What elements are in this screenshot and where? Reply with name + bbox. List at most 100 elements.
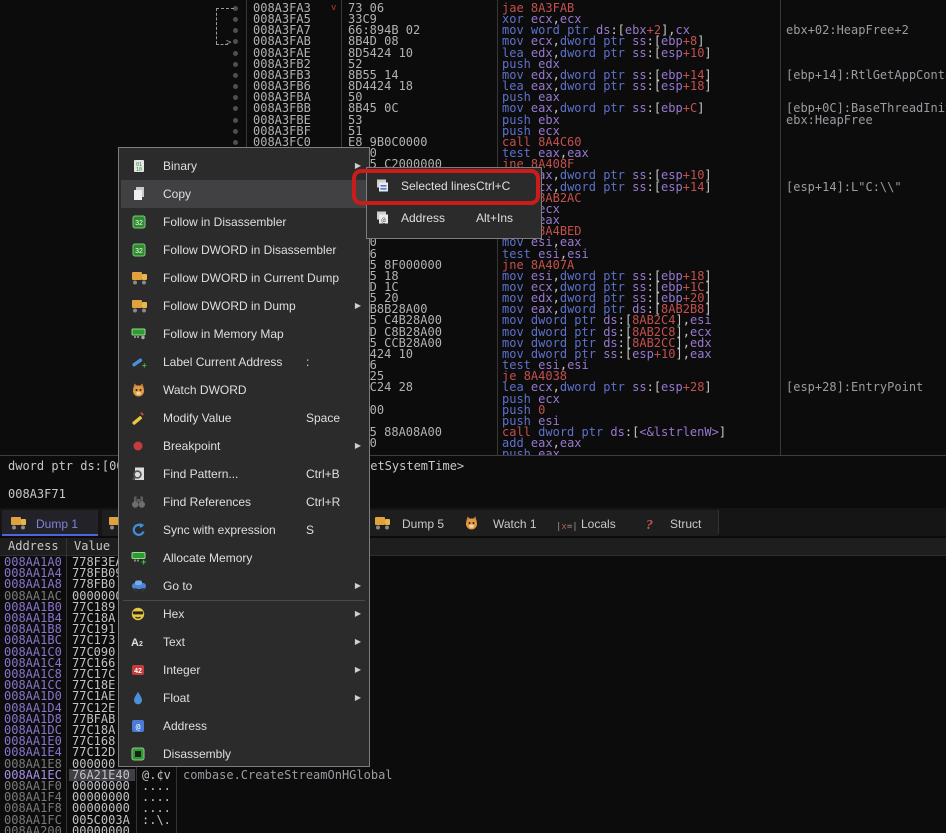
breakpoint-dot[interactable] xyxy=(233,118,238,123)
struct-icon: ? xyxy=(646,516,653,534)
menu-item-follow-dword-in-dump[interactable]: Follow DWORD in Dump▶ xyxy=(121,292,367,320)
breakpoint-dot[interactable] xyxy=(233,39,238,44)
menu-item-shortcut: : xyxy=(306,355,309,369)
tab-dump-1[interactable]: Dump 1 xyxy=(2,510,98,536)
menu-item-float[interactable]: Float▶ xyxy=(121,684,367,712)
tab-separator xyxy=(718,510,719,534)
submenu-arrow-icon: ▶ xyxy=(355,301,361,310)
menu-item-binary[interactable]: 0110Binary▶ xyxy=(121,152,367,180)
goto-icon xyxy=(131,579,149,593)
copy-icon xyxy=(131,187,149,201)
copy-address-icon: @ xyxy=(375,211,393,225)
breakpoint-dot[interactable] xyxy=(233,62,238,67)
menu-item-go-to[interactable]: Go to▶ xyxy=(121,572,367,600)
menu-item-shortcut: S xyxy=(306,523,314,537)
breakpoint-dot[interactable] xyxy=(233,28,238,33)
menu-item-label: Label Current Address xyxy=(163,355,282,369)
menu-item-follow-in-memory-map[interactable]: Follow in Memory Map xyxy=(121,320,367,348)
address-icon: @ xyxy=(131,719,149,733)
find-pattern-icon xyxy=(131,467,149,481)
menu-item-follow-dword-in-disassembler[interactable]: 32Follow DWORD in Disassembler xyxy=(121,236,367,264)
disasm-row[interactable]: 008A3FB38B55 14mov edx,dword ptr ss:[ebp… xyxy=(0,70,946,81)
watch-icon xyxy=(131,383,149,397)
disasm-comment: [esp+28]:EntryPoint xyxy=(786,382,923,393)
menu-item-label: Copy xyxy=(163,187,191,201)
menu-item-label: Follow in Disassembler xyxy=(163,215,286,229)
tab-watch-1[interactable]: Watch 1 xyxy=(456,510,550,536)
submenu-item-address[interactable]: @AddressAlt+Ins xyxy=(369,204,539,232)
submenu-arrow-icon: ▶ xyxy=(355,665,361,674)
menu-item-label: Address xyxy=(163,719,207,733)
jump-taken-icon: v xyxy=(331,3,336,14)
disasm-comment: [ebp+14]:RtlGetAppContai xyxy=(786,70,946,81)
float-icon xyxy=(131,691,149,705)
menu-item-shortcut: Ctrl+B xyxy=(306,467,340,481)
breakpoint-dot[interactable] xyxy=(233,140,238,145)
breakpoint-dot[interactable] xyxy=(233,73,238,78)
disasm-row[interactable]: 008A3FBF51push ecx xyxy=(0,126,946,137)
truck-icon xyxy=(131,271,149,285)
submenu-arrow-icon: ▶ xyxy=(355,609,361,618)
tab-struct[interactable]: ?Struct xyxy=(622,510,718,536)
menu-item-label: Sync with expression xyxy=(163,523,276,537)
disasm-row[interactable]: 008A3FB68D4424 18lea eax,dword ptr ss:[e… xyxy=(0,81,946,92)
menu-item-label-current-address[interactable]: + Label Current Address: xyxy=(121,348,367,376)
disasm-row[interactable]: v008A3FA373 06jae 8A3FAB xyxy=(0,3,946,14)
menu-item-copy[interactable]: Copy xyxy=(121,180,367,208)
menu-item-label: Modify Value xyxy=(163,411,231,425)
menu-item-label: Float xyxy=(163,691,190,705)
menu-item-address[interactable]: @ Address xyxy=(121,712,367,740)
menu-item-watch-dword[interactable]: Watch DWORD xyxy=(121,376,367,404)
menu-item-find-references[interactable]: Find ReferencesCtrl+R xyxy=(121,488,367,516)
menu-item-follow-dword-in-current-dump[interactable]: Follow DWORD in Current Dump xyxy=(121,264,367,292)
tab-label: Locals xyxy=(581,517,616,531)
menu-item-hex[interactable]: Hex▶ xyxy=(121,600,367,628)
breakpoint-dot[interactable] xyxy=(233,51,238,56)
breakpoint-dot[interactable] xyxy=(233,17,238,22)
menu-item-follow-in-disassembler[interactable]: 32 Follow in Disassembler xyxy=(121,208,367,236)
menu-item-disassembly[interactable]: Disassembly xyxy=(121,740,367,768)
dump-header-value[interactable]: Value xyxy=(74,541,110,552)
truck-icon xyxy=(10,516,28,535)
menu-item-integer[interactable]: 42Integer▶ xyxy=(121,656,367,684)
dump-value: 00000000 xyxy=(72,826,130,833)
tab-locals[interactable]: |x=|Locals xyxy=(550,510,622,536)
jump-line xyxy=(216,8,217,44)
menu-item-allocate-memory[interactable]: +Allocate Memory xyxy=(121,544,367,572)
breakpoint-dot[interactable] xyxy=(233,106,238,111)
menu-item-text[interactable]: A2Text▶ xyxy=(121,628,367,656)
breakpoint-icon xyxy=(131,439,149,453)
text-icon: A2 xyxy=(131,635,149,649)
x64dbg-window: v008A3FA373 06jae 8A3FAB008A3FA533C9xor … xyxy=(0,0,946,833)
dump-row[interactable]: 008AA20000000000.... xyxy=(0,826,946,833)
disasm-row[interactable]: 008A3FAE8D5424 10lea edx,dword ptr ss:[e… xyxy=(0,48,946,59)
tab-label: Dump 5 xyxy=(402,517,444,531)
chip32-icon: 32 xyxy=(131,215,149,229)
menu-item-breakpoint[interactable]: Breakpoint▶ xyxy=(121,432,367,460)
integer-icon: 42 xyxy=(131,663,149,677)
binary-icon: 0110 xyxy=(131,159,149,173)
disasm-row[interactable]: 008A3FAB8B4D 08mov ecx,dword ptr ss:[ebp… xyxy=(0,36,946,47)
tab-label: Watch 1 xyxy=(493,517,537,531)
tab-dump-5[interactable]: Dump 5 xyxy=(358,510,456,536)
svg-text:10: 10 xyxy=(136,167,142,173)
dump-header-address[interactable]: Address xyxy=(8,541,59,552)
dump-ascii: .... xyxy=(142,826,171,833)
disasm-comment: [esp+14]:L"C:\\" xyxy=(786,182,902,193)
binoculars-icon xyxy=(131,495,149,509)
svg-text:42: 42 xyxy=(134,668,142,675)
breakpoint-dot[interactable] xyxy=(233,84,238,89)
disassembly-icon xyxy=(131,747,149,761)
menu-item-label: Disassembly xyxy=(163,747,231,761)
menu-item-label: Allocate Memory xyxy=(163,551,252,565)
disasm-row[interactable]: 008A3FBE53push ebxebx:HeapFree xyxy=(0,115,946,126)
memory-map-icon xyxy=(131,327,149,341)
disasm-row[interactable]: 008A3FA766:894B 02mov word ptr ds:[ebx+2… xyxy=(0,25,946,36)
breakpoint-dot[interactable] xyxy=(233,95,238,100)
disasm-comment: ebx:HeapFree xyxy=(786,115,873,126)
breakpoint-dot[interactable] xyxy=(233,129,238,134)
menu-item-modify-value[interactable]: Modify ValueSpace xyxy=(121,404,367,432)
menu-item-find-pattern[interactable]: Find Pattern...Ctrl+B xyxy=(121,460,367,488)
menu-item-sync-with-expression[interactable]: Sync with expression S xyxy=(121,516,367,544)
label-icon: + xyxy=(131,355,149,369)
